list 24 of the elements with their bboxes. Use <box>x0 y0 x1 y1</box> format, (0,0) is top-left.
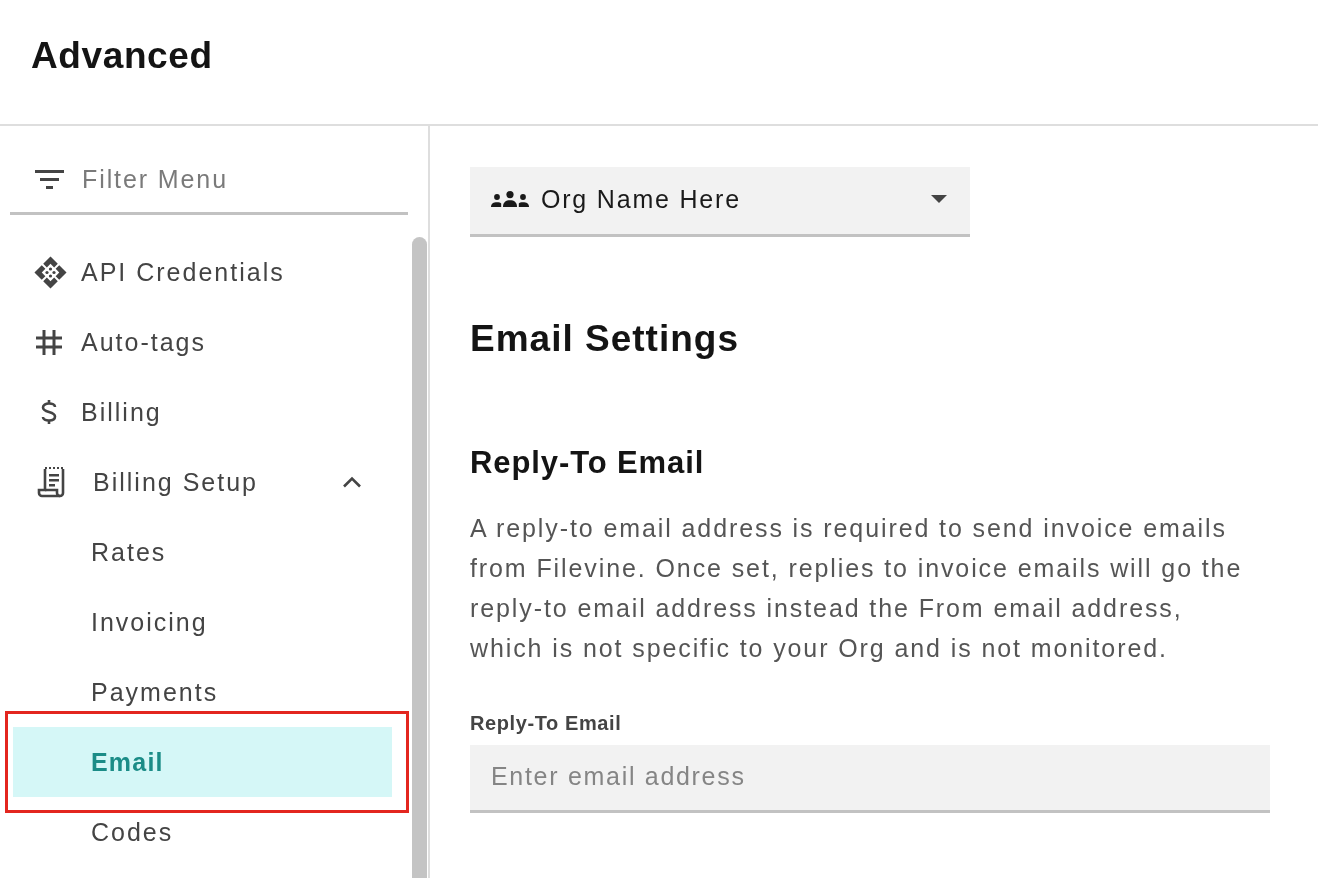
hash-icon <box>36 329 62 355</box>
diamonds-icon <box>33 254 68 290</box>
subsection-title: Reply-To Email <box>470 445 705 481</box>
sidebar-item[interactable]: Billing <box>13 377 392 447</box>
email-input[interactable]: Enter email address <box>470 745 1270 813</box>
field-label: Reply-To Email <box>470 712 622 734</box>
people-icon <box>490 191 530 207</box>
caret-icon <box>931 195 947 203</box>
dollar-icon <box>40 400 58 424</box>
filter-input[interactable]: Filter Menu <box>82 165 382 194</box>
section-title: Email Settings <box>470 317 739 361</box>
sidebar-item[interactable]: Auto-tags <box>13 307 392 377</box>
sidebar-item[interactable]: Invoicing <box>13 587 392 657</box>
org-dropdown[interactable]: Org Name Here <box>470 167 970 237</box>
filter-icon <box>35 170 64 189</box>
page-title: Advanced <box>31 35 213 77</box>
receipt-icon <box>37 466 67 498</box>
sidebar-item[interactable]: Billing Setup <box>13 447 392 517</box>
sidebar-item[interactable]: Rates <box>13 517 392 587</box>
description-text: A reply-to email address is required to send invoice emails from Filevine. Once set, replies to invoice emails will go the reply-to email address instead the From email address, which is not specific to your Org and is not monitored. <box>470 513 1244 664</box>
scrollbar-thumb[interactable] <box>412 237 427 878</box>
sidebar-item[interactable]: API Credentials <box>13 237 392 307</box>
sidebar-item[interactable]: Payments <box>13 657 392 727</box>
sidebar-item[interactable]: Codes <box>13 797 392 867</box>
